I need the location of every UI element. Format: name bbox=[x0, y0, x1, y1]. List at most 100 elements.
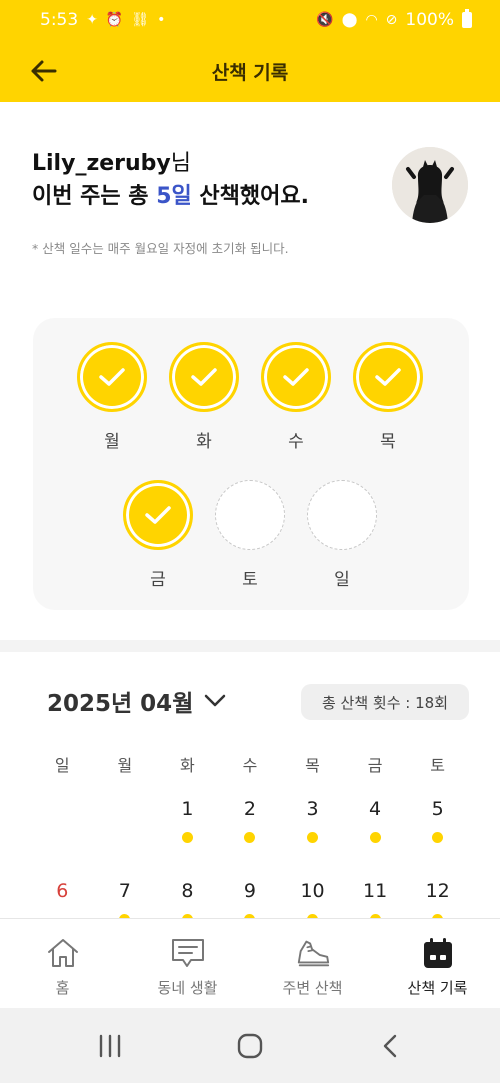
dot-icon: • bbox=[157, 12, 166, 28]
nav-label-walk-record: 산책 기록 bbox=[407, 979, 468, 997]
home-circle-icon bbox=[237, 1033, 263, 1058]
avatar[interactable] bbox=[392, 147, 468, 223]
status-bar: 5:53 ✦ ⏰ ⛓ • 🔇 ⬤ ◠ ⊘ 100% bbox=[0, 0, 500, 40]
date-number: 10 bbox=[300, 880, 325, 902]
home-icon bbox=[45, 935, 81, 971]
date-number: 7 bbox=[118, 880, 131, 902]
check-icon bbox=[176, 349, 232, 405]
day-label-friday: 금 bbox=[150, 570, 166, 590]
bottom-navigation: 홈 동네 생활 주변 산책 산책 기록 bbox=[0, 918, 500, 1008]
weekly-progress-card: 월 화 수 목 금 토 일 bbox=[33, 318, 469, 610]
summary-days: 5일 bbox=[156, 184, 192, 209]
battery-percent: 100% bbox=[405, 10, 454, 30]
day-tuesday: 화 bbox=[169, 342, 239, 452]
day-sunday: 일 bbox=[307, 480, 377, 590]
day-empty-circle bbox=[307, 480, 377, 550]
recent-apps-button[interactable] bbox=[80, 1026, 140, 1066]
day-complete-circle bbox=[123, 480, 193, 550]
weekday-label: 월 bbox=[117, 756, 133, 775]
nav-item-home[interactable]: 홈 bbox=[0, 919, 125, 1008]
day-label-sunday: 일 bbox=[334, 570, 350, 590]
day-label-tuesday: 화 bbox=[196, 432, 212, 452]
recent-apps-icon bbox=[99, 1034, 121, 1057]
day-label-wednesday: 수 bbox=[288, 432, 304, 452]
check-icon bbox=[84, 349, 140, 405]
weekly-summary: 이번 주는 총 5일 산책했어요. bbox=[32, 180, 372, 214]
walk-dot bbox=[307, 832, 319, 843]
calendar-day[interactable]: 2 bbox=[219, 798, 282, 843]
username-line: Lily_zeruby님 bbox=[32, 148, 372, 180]
day-monday: 월 bbox=[77, 342, 147, 452]
username-suffix: 님 bbox=[170, 151, 192, 176]
weekday-label: 목 bbox=[305, 756, 320, 775]
date-number: 5 bbox=[431, 798, 444, 820]
date-number: 2 bbox=[243, 798, 257, 820]
date-number: 6 bbox=[56, 880, 69, 902]
total-walk-count-badge: 총 산책 횟수 : 18회 bbox=[301, 684, 469, 720]
date-number: 3 bbox=[306, 798, 319, 820]
date-number: 11 bbox=[363, 880, 388, 902]
date-number: 4 bbox=[369, 798, 382, 820]
day-complete-circle bbox=[169, 342, 239, 412]
avatar-image bbox=[392, 147, 468, 223]
calendar-icon bbox=[420, 935, 456, 971]
check-icon bbox=[360, 349, 416, 405]
day-empty-circle bbox=[215, 480, 285, 550]
day-complete-circle bbox=[261, 342, 331, 412]
day-label-saturday: 토 bbox=[242, 570, 258, 590]
weekday-label: 금 bbox=[367, 756, 383, 775]
calendar-empty-cell bbox=[31, 798, 94, 843]
weekday-label: 일 bbox=[54, 756, 70, 775]
day-wednesday: 수 bbox=[261, 342, 331, 452]
chat-icon bbox=[170, 935, 206, 971]
date-number: 9 bbox=[243, 880, 257, 902]
walk-dot bbox=[369, 832, 381, 843]
nav-item-nearby-walk[interactable]: 주변 산책 bbox=[250, 919, 375, 1008]
back-arrow-icon bbox=[31, 60, 57, 82]
system-back-button[interactable] bbox=[360, 1026, 420, 1066]
weekday-label: 토 bbox=[430, 756, 446, 775]
date-number: 1 bbox=[181, 798, 194, 820]
calendar-day[interactable]: 4 bbox=[344, 798, 407, 843]
greeting: Lily_zeruby님 이번 주는 총 5일 산책했어요. bbox=[32, 148, 372, 214]
weekday-header: 일월화수목금토 bbox=[31, 752, 469, 776]
home-button[interactable] bbox=[220, 1026, 280, 1066]
calendar-empty-cell bbox=[94, 798, 157, 843]
calendar-day[interactable]: 3 bbox=[281, 798, 344, 843]
walk-dot bbox=[432, 832, 444, 843]
calendar-day[interactable]: 5 bbox=[406, 798, 469, 843]
day-complete-circle bbox=[77, 342, 147, 412]
walk-dot bbox=[181, 832, 193, 843]
walk-dot bbox=[244, 832, 256, 843]
back-button[interactable] bbox=[26, 54, 60, 88]
system-navigation bbox=[0, 1008, 500, 1083]
month-selector[interactable]: 2025년 04월 bbox=[47, 684, 227, 718]
summary-suffix: 산책했어요. bbox=[191, 184, 309, 209]
nav-item-walk-record[interactable]: 산책 기록 bbox=[375, 919, 500, 1008]
wifi-icon: ◠ bbox=[365, 12, 378, 28]
calendar-week-row: 1 2 3 4 5 bbox=[31, 798, 469, 843]
calendar-day[interactable]: 1 bbox=[156, 798, 219, 843]
section-divider bbox=[0, 640, 500, 652]
day-saturday: 토 bbox=[215, 480, 285, 590]
day-complete-circle bbox=[353, 342, 423, 412]
month-label: 2025년 04월 bbox=[47, 691, 194, 717]
nav-label-nearby-walk: 주변 산책 bbox=[282, 979, 343, 997]
summary-prefix: 이번 주는 총 bbox=[32, 184, 157, 209]
chevron-left-icon bbox=[383, 1034, 397, 1057]
check-icon bbox=[130, 487, 186, 543]
day-thursday: 목 bbox=[353, 342, 423, 452]
day-friday: 금 bbox=[123, 480, 193, 590]
alarm-icon: ⏰ bbox=[105, 12, 124, 28]
chevron-down-icon bbox=[205, 694, 226, 707]
nav-item-community[interactable]: 동네 생활 bbox=[125, 919, 250, 1008]
location-icon: ⬤ bbox=[341, 12, 358, 28]
check-icon bbox=[268, 349, 324, 405]
mute-icon: 🔇 bbox=[316, 12, 334, 28]
date-number: 8 bbox=[181, 880, 194, 902]
notification-icon: ✦ bbox=[86, 12, 98, 28]
day-label-monday: 월 bbox=[104, 432, 120, 452]
shoe-icon bbox=[295, 935, 331, 971]
dnd-icon: ⊘ bbox=[385, 12, 398, 28]
day-label-thursday: 목 bbox=[380, 432, 396, 452]
